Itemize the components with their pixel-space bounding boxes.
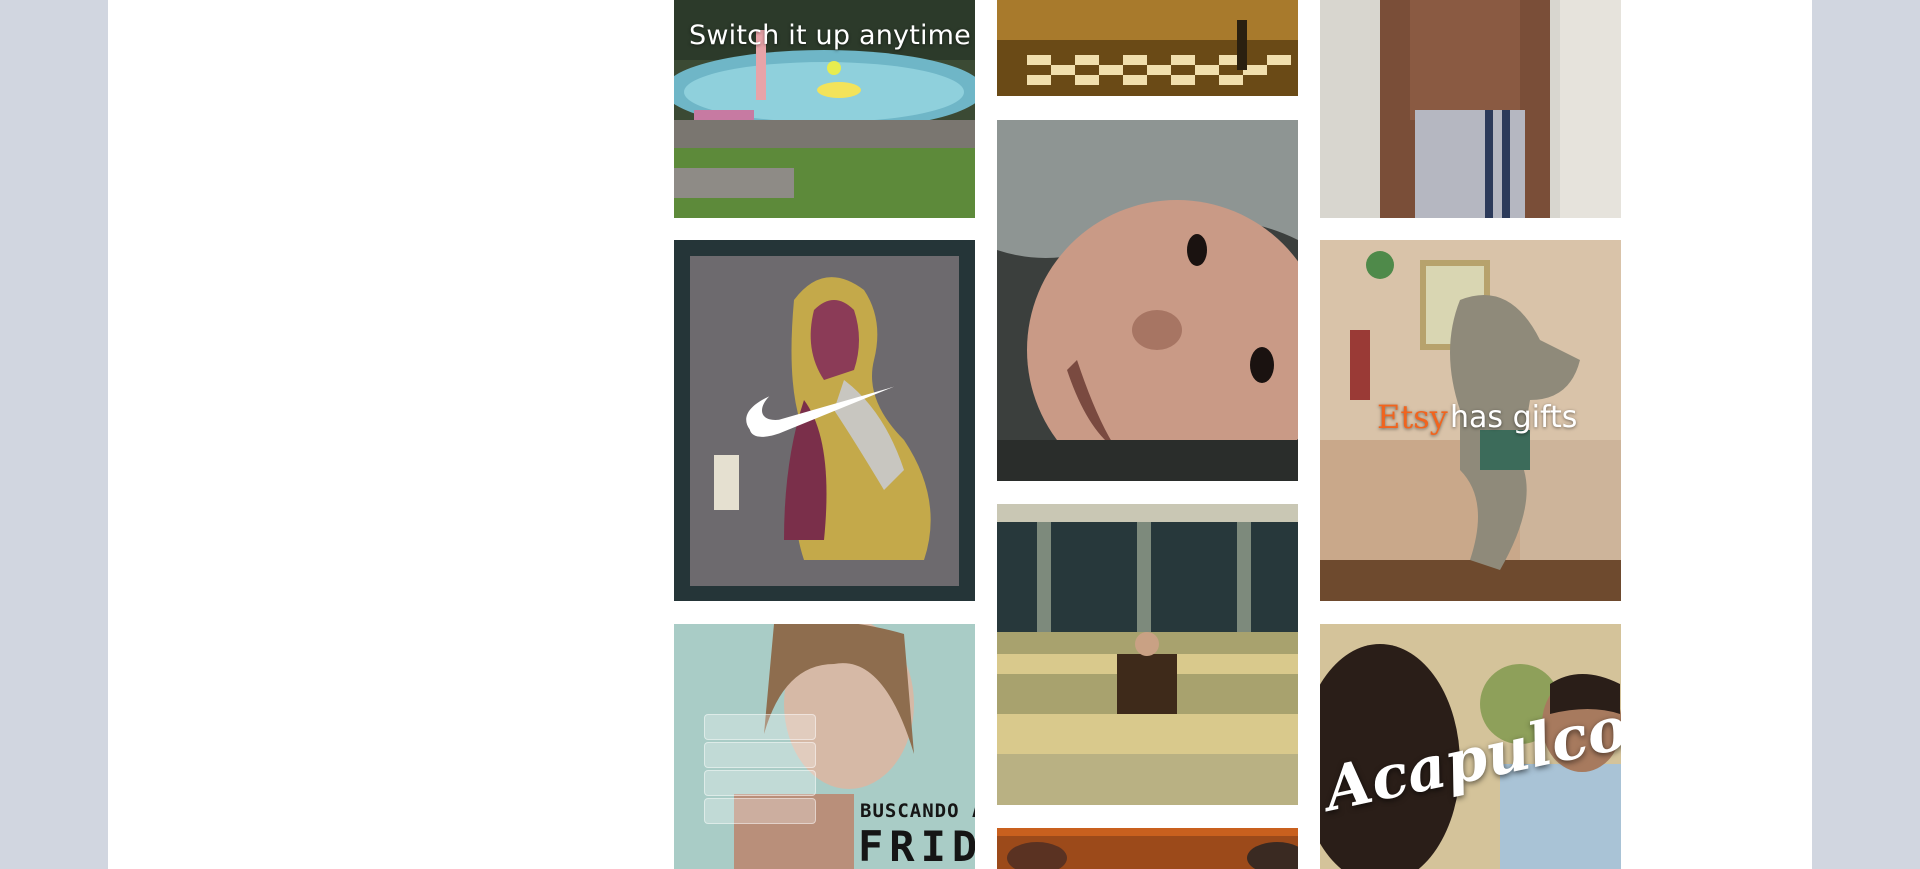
baby-face-image [997, 120, 1298, 481]
tile-chessboard[interactable] [997, 0, 1298, 96]
tile-buscando-a-frida[interactable]: BUSCANDO A FRIDA [674, 624, 975, 869]
chat-bubble [704, 714, 816, 740]
tile-switch-it-up[interactable]: Switch it up anytime [674, 0, 975, 218]
content-area: Switch it up anytime BUSCANDO A FRIDA [108, 0, 1812, 869]
towel-man-image [1320, 0, 1621, 218]
tile-acapulco[interactable]: Acapulco [1320, 624, 1621, 869]
chat-bubble [704, 742, 816, 768]
partial-scene-image [997, 828, 1298, 869]
nike-swoosh-icon [746, 386, 895, 437]
etsy-caption: has gifts [1450, 400, 1578, 435]
etsy-logo: Etsy [1377, 398, 1448, 436]
chessboard-scene-image [997, 0, 1298, 96]
office-cubicles-image [997, 504, 1298, 805]
tile-bottom-partial[interactable] [997, 828, 1298, 869]
frida-title-line2: FRIDA [858, 822, 975, 869]
switch-it-up-caption: Switch it up anytime [689, 20, 971, 51]
frida-title-line1: BUSCANDO A [860, 800, 975, 822]
tile-office[interactable] [997, 504, 1298, 805]
tile-towel-man[interactable] [1320, 0, 1621, 218]
chat-bubble [704, 770, 816, 796]
tile-baby[interactable] [997, 120, 1298, 481]
tile-etsy[interactable]: Etsy has gifts [1320, 240, 1621, 601]
tile-nike[interactable] [674, 240, 975, 601]
chat-bubble [704, 798, 816, 824]
